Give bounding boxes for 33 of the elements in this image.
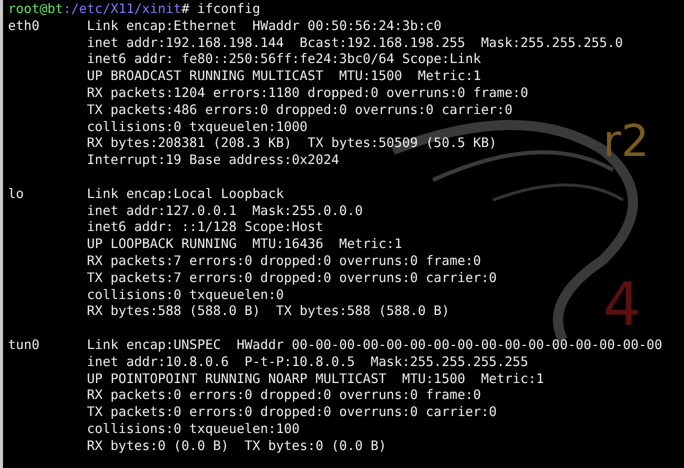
output-line: Link encap:UNSPEC HWaddr 00-00-00-00-00-00-00-00-00-00-00-00-00-00-00-00 — [86, 338, 662, 355]
output-line: RX packets:1204 errors:1180 dropped:0 overruns:0 frame:0 — [86, 86, 528, 103]
output-line: Interrupt:19 Base address:0x2024 — [86, 153, 340, 170]
prompt-user: root@bt — [8, 2, 64, 19]
output-line: collisions:0 txqueuelen:100 — [86, 422, 300, 439]
interface-name: tun0 — [8, 338, 40, 353]
output-line: TX packets:7 errors:0 dropped:0 overruns:0 carrier:0 — [86, 270, 497, 288]
output-line: TX packets:0 errors:0 dropped:0 overruns:0 carrier:0 — [86, 405, 497, 422]
output-line: inet6 addr: fe80::250:56ff:fe24:3bc0/64 Scope:Link — [86, 52, 481, 70]
interface-name: eth0 — [8, 18, 40, 34]
output-line: inet addr:10.8.0.6 P-t-P:10.8.0.5 Mask:255.255.255.255 — [86, 354, 528, 372]
output-line: UP POINTOPOINT RUNNING NOARP MULTICAST MTU:1500 Metric:1 — [86, 372, 544, 388]
output-line: RX bytes:0 (0.0 B) TX bytes:0 (0.0 B) — [86, 438, 386, 456]
output-line: RX packets:7 errors:0 dropped:0 overruns:0 frame:0 — [86, 254, 481, 271]
output-line: Link encap:Local Loopback — [86, 186, 284, 204]
output-line: Link encap:Ethernet HWaddr 00:50:56:24:3b:c0 — [86, 18, 442, 36]
output-line: inet addr:192.168.198.144 Bcast:192.168.198.255 Mask:255.255.255.0 — [86, 36, 623, 52]
output-line: UP LOOPBACK RUNNING MTU:16436 Metric:1 — [86, 237, 402, 254]
output-line: RX bytes:208381 (208.3 KB) TX bytes:50509 (50.5 KB) — [86, 136, 497, 154]
interface-name: lo — [8, 186, 24, 202]
prompt-symbol: # — [181, 2, 190, 19]
wallpaper-version-text: 4 — [603, 275, 642, 335]
command-text: ifconfig — [197, 2, 260, 19]
output-line: RX packets:0 errors:0 dropped:0 overruns:0 frame:0 — [86, 388, 481, 406]
wallpaper-badge-text: r2 — [603, 120, 650, 164]
prompt-path: :/etc/X11/xinit — [63, 2, 182, 19]
output-line: collisions:0 txqueuelen:1000 — [86, 120, 308, 136]
output-line: TX packets:486 errors:0 dropped:0 overruns:0 carrier:0 — [86, 102, 513, 120]
output-line: inet6 addr: ::1/128 Scope:Host — [86, 220, 324, 238]
output-line: RX bytes:588 (588.0 B) TX bytes:588 (588.0 B) — [86, 304, 450, 322]
output-line: inet addr:127.0.0.1 Mask:255.0.0.0 — [86, 204, 363, 220]
output-line: UP BROADCAST RUNNING MULTICAST MTU:1500 Metric:1 — [86, 69, 481, 86]
output-line: collisions:0 txqueuelen:0 — [86, 288, 284, 304]
